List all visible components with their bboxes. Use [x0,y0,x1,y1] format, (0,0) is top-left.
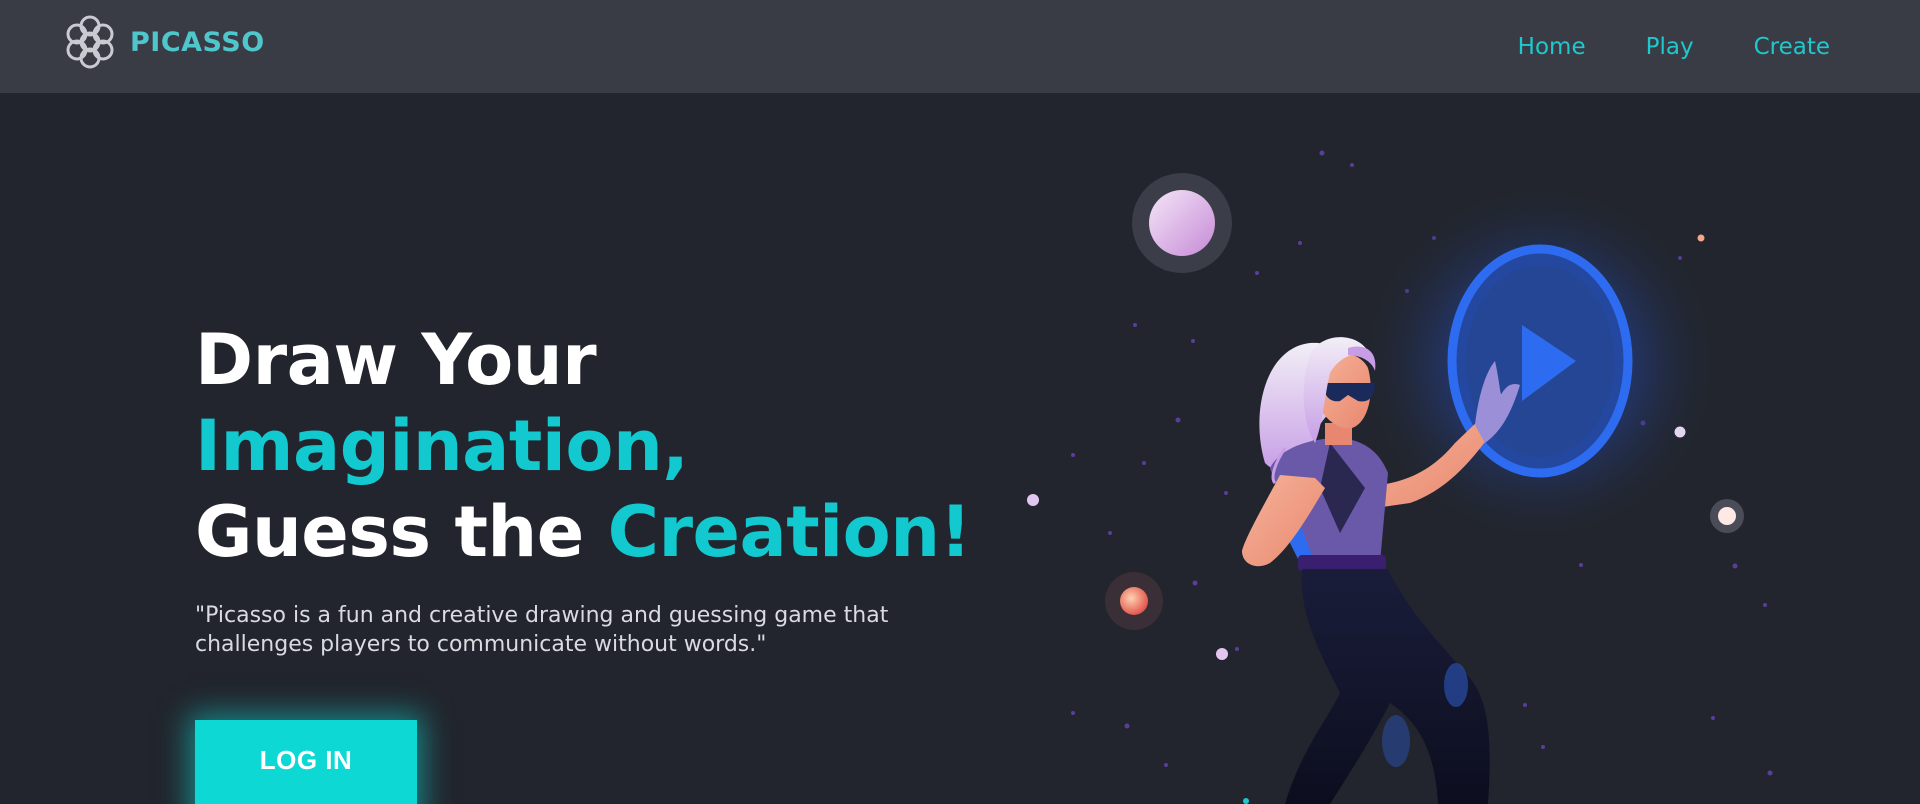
flower-logo-icon [66,15,114,69]
headline-line-2: Imagination, [195,405,689,487]
hero-tagline: "Picasso is a fun and creative drawing a… [195,603,889,657]
hero-section: Draw Your Imagination, Guess the Creatio… [0,93,1920,804]
nav-home-link[interactable]: Home [1518,34,1586,60]
woman-touching-play-button-illustration [1027,150,1773,804]
main-nav: Home Play Create [1458,0,1830,93]
brand-name: PICASSO [130,26,265,58]
hero-headline: Draw Your Imagination, Guess the Creatio… [195,317,972,575]
brand-logo-link[interactable]: PICASSO [62,13,265,71]
nav-create-link[interactable]: Create [1754,34,1830,60]
navbar: PICASSO Home Play Create [0,0,1920,93]
nav-play-link[interactable]: Play [1646,34,1694,60]
headline-line-3-accent: Creation! [607,491,972,573]
login-button[interactable]: LOG IN [195,720,417,804]
headline-line-3: Guess the [195,491,608,573]
headline-line-1: Draw Your [195,319,597,401]
